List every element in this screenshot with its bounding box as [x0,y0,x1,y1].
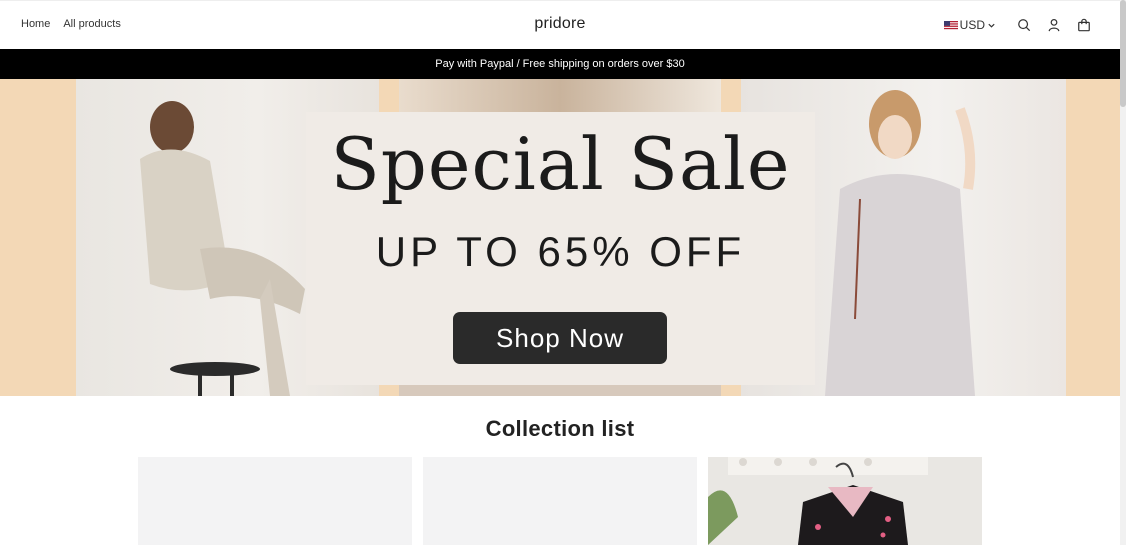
shop-now-button[interactable]: Shop Now [453,312,667,364]
collection-list-heading: Collection list [485,416,635,441]
sale-panel: Special Sale UP TO 65% OFF Shop Now [306,112,815,385]
sale-title: Special Sale [330,122,791,206]
currency-label: USD [959,18,985,32]
model-in-blouse-image [825,90,976,396]
scrollbar-thumb[interactable] [1120,0,1126,107]
clothing-on-hanger-image [708,457,982,545]
search-icon[interactable] [1016,17,1032,33]
collection-card[interactable] [423,457,697,545]
scrollbar[interactable] [1120,0,1126,545]
chevron-down-icon [988,23,995,28]
hero-photo-middle-bottom [399,384,721,396]
currency-selector[interactable]: USD [943,18,996,32]
announcement-bar: Pay with Paypal / Free shipping on order… [0,49,1120,79]
storefront-page: Home All products pridore USD Pay with P… [0,0,1120,545]
sale-discount: UP TO 65% OFF [375,228,746,275]
hero-banner[interactable]: Special Sale UP TO 65% OFF Shop Now [0,79,1120,396]
cart-icon[interactable] [1076,17,1092,33]
model-in-suit-image [140,101,305,396]
us-flag-icon [943,20,958,30]
collection-card[interactable] [708,457,982,545]
hero-photo-middle-top [399,79,721,113]
collection-card[interactable] [138,457,412,545]
header-actions: USD [943,17,1092,33]
account-icon[interactable] [1046,17,1062,33]
collection-cards [138,457,982,545]
site-header: Home All products pridore USD [0,0,1120,49]
